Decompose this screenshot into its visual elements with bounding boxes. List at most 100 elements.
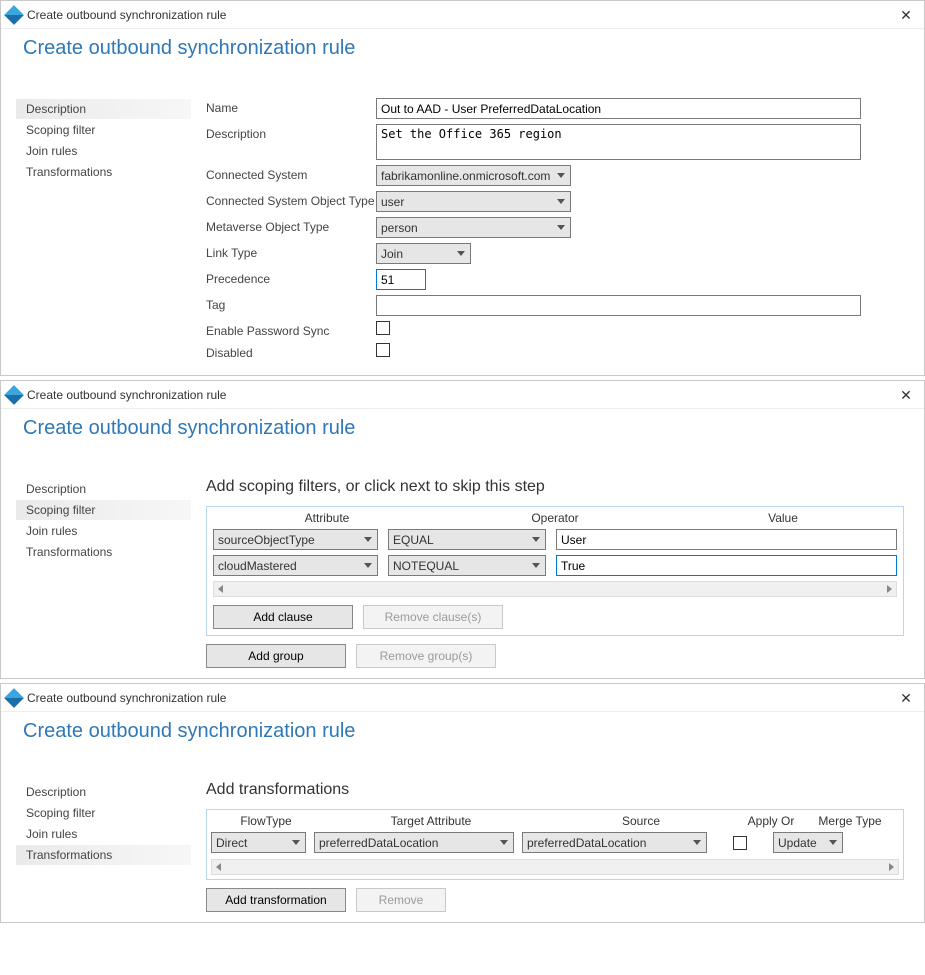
transformation-buttons: Add transformation Remove [206, 888, 904, 912]
horizontal-scrollbar[interactable] [213, 581, 897, 597]
transformations-columns: FlowType Target Attribute Source Apply O… [211, 810, 899, 832]
col-operator: Operator [441, 511, 669, 525]
close-icon: ✕ [900, 7, 912, 24]
select-merge-type[interactable]: Update [773, 832, 843, 853]
select-attribute-value: cloudMastered [218, 559, 297, 573]
select-cs-object-type[interactable]: user [376, 191, 571, 212]
nav-transformations[interactable]: Transformations [16, 845, 191, 865]
transformations-content: Add transformations FlowType Target Attr… [191, 781, 904, 912]
label-link-type: Link Type [206, 243, 376, 260]
nav-join[interactable]: Join rules [16, 521, 191, 541]
select-link-type[interactable]: Join [376, 243, 471, 264]
col-merge-type: Merge Type [801, 814, 899, 828]
wizard-nav: Description Scoping filter Join rules Tr… [6, 478, 191, 668]
filter-row: cloudMastered NOTEQUAL [213, 555, 897, 576]
wizard-nav: Description Scoping filter Join rules Tr… [6, 98, 191, 365]
select-source-value: preferredDataLocation [527, 836, 646, 850]
remove-group-button: Remove group(s) [356, 644, 496, 668]
scoping-columns: Attribute Operator Value [213, 507, 897, 529]
checkbox-apply-once[interactable] [733, 836, 747, 850]
wizard-nav: Description Scoping filter Join rules Tr… [6, 781, 191, 912]
select-mv-object-type-value: person [381, 221, 418, 235]
body: Description Scoping filter Join rules Tr… [1, 78, 924, 375]
checkbox-enable-password-sync[interactable] [376, 321, 390, 335]
body: Description Scoping filter Join rules Tr… [1, 458, 924, 678]
label-connected-system: Connected System [206, 165, 376, 182]
scoping-subheading: Add scoping filters, or click next to sk… [206, 478, 904, 496]
input-value[interactable] [556, 529, 897, 550]
close-button[interactable]: ✕ [894, 686, 918, 710]
transformations-table: FlowType Target Attribute Source Apply O… [206, 809, 904, 880]
select-mv-object-type[interactable]: person [376, 217, 571, 238]
page-heading: Create outbound synchronization rule [1, 409, 924, 458]
window-transformations: Create outbound synchronization rule ✕ C… [0, 683, 925, 923]
select-attribute[interactable]: sourceObjectType [213, 529, 378, 550]
close-button[interactable]: ✕ [894, 383, 918, 407]
input-name[interactable] [376, 98, 861, 119]
label-enable-password-sync: Enable Password Sync [206, 321, 376, 338]
label-mv-object-type: Metaverse Object Type [206, 217, 376, 234]
select-target-value: preferredDataLocation [319, 836, 438, 850]
col-source: Source [541, 814, 741, 828]
titlebar: Create outbound synchronization rule ✕ [1, 1, 924, 29]
clause-buttons: Add clause Remove clause(s) [213, 605, 897, 629]
label-tag: Tag [206, 295, 376, 312]
col-attribute: Attribute [213, 511, 441, 525]
group-buttons: Add group Remove group(s) [206, 644, 904, 668]
titlebar: Create outbound synchronization rule ✕ [1, 381, 924, 409]
add-group-button[interactable]: Add group [206, 644, 346, 668]
select-source[interactable]: preferredDataLocation [522, 832, 707, 853]
body: Description Scoping filter Join rules Tr… [1, 761, 924, 922]
select-connected-system[interactable]: fabrikamonline.onmicrosoft.com [376, 165, 571, 186]
input-tag[interactable] [376, 295, 861, 316]
app-logo-icon [4, 5, 24, 25]
window-title: Create outbound synchronization rule [27, 388, 226, 402]
select-flowtype-value: Direct [216, 836, 247, 850]
checkbox-disabled[interactable] [376, 343, 390, 357]
label-cs-object-type: Connected System Object Type [206, 191, 376, 208]
select-operator[interactable]: NOTEQUAL [388, 555, 546, 576]
nav-scoping[interactable]: Scoping filter [16, 803, 191, 823]
nav-description[interactable]: Description [16, 479, 191, 499]
nav-join[interactable]: Join rules [16, 141, 191, 161]
select-connected-system-value: fabrikamonline.onmicrosoft.com [381, 169, 550, 183]
scoping-group: Attribute Operator Value sourceObjectTyp… [206, 506, 904, 636]
window-title: Create outbound synchronization rule [27, 691, 226, 705]
close-icon: ✕ [900, 690, 912, 707]
nav-scoping[interactable]: Scoping filter [16, 120, 191, 140]
select-link-type-value: Join [381, 247, 403, 261]
label-precedence: Precedence [206, 269, 376, 286]
nav-transformations[interactable]: Transformations [16, 162, 191, 182]
transformations-subheading: Add transformations [206, 781, 904, 799]
select-operator[interactable]: EQUAL [388, 529, 546, 550]
input-precedence[interactable] [376, 269, 426, 290]
select-target-attribute[interactable]: preferredDataLocation [314, 832, 514, 853]
remove-clause-button: Remove clause(s) [363, 605, 503, 629]
titlebar: Create outbound synchronization rule ✕ [1, 684, 924, 712]
nav-scoping[interactable]: Scoping filter [16, 500, 191, 520]
close-button[interactable]: ✕ [894, 3, 918, 27]
select-operator-value: EQUAL [393, 533, 434, 547]
nav-join[interactable]: Join rules [16, 824, 191, 844]
page-heading: Create outbound synchronization rule [1, 712, 924, 761]
nav-description[interactable]: Description [16, 99, 191, 119]
col-apply-once: Apply Or [741, 814, 801, 828]
app-logo-icon [4, 385, 24, 405]
add-clause-button[interactable]: Add clause [213, 605, 353, 629]
app-logo-icon [4, 688, 24, 708]
nav-transformations[interactable]: Transformations [16, 542, 191, 562]
select-attribute[interactable]: cloudMastered [213, 555, 378, 576]
input-value[interactable] [556, 555, 897, 576]
filter-row: sourceObjectType EQUAL [213, 529, 897, 550]
select-flowtype[interactable]: Direct [211, 832, 306, 853]
input-description[interactable]: Set the Office 365 region [376, 124, 861, 160]
window-scoping: Create outbound synchronization rule ✕ C… [0, 380, 925, 679]
label-description: Description [206, 124, 376, 141]
nav-description[interactable]: Description [16, 782, 191, 802]
transformation-row: Direct preferredDataLocation preferredDa… [211, 832, 899, 853]
label-disabled: Disabled [206, 343, 376, 360]
close-icon: ✕ [900, 387, 912, 404]
select-merge-type-value: Update [778, 836, 817, 850]
horizontal-scrollbar[interactable] [211, 859, 899, 875]
add-transformation-button[interactable]: Add transformation [206, 888, 346, 912]
